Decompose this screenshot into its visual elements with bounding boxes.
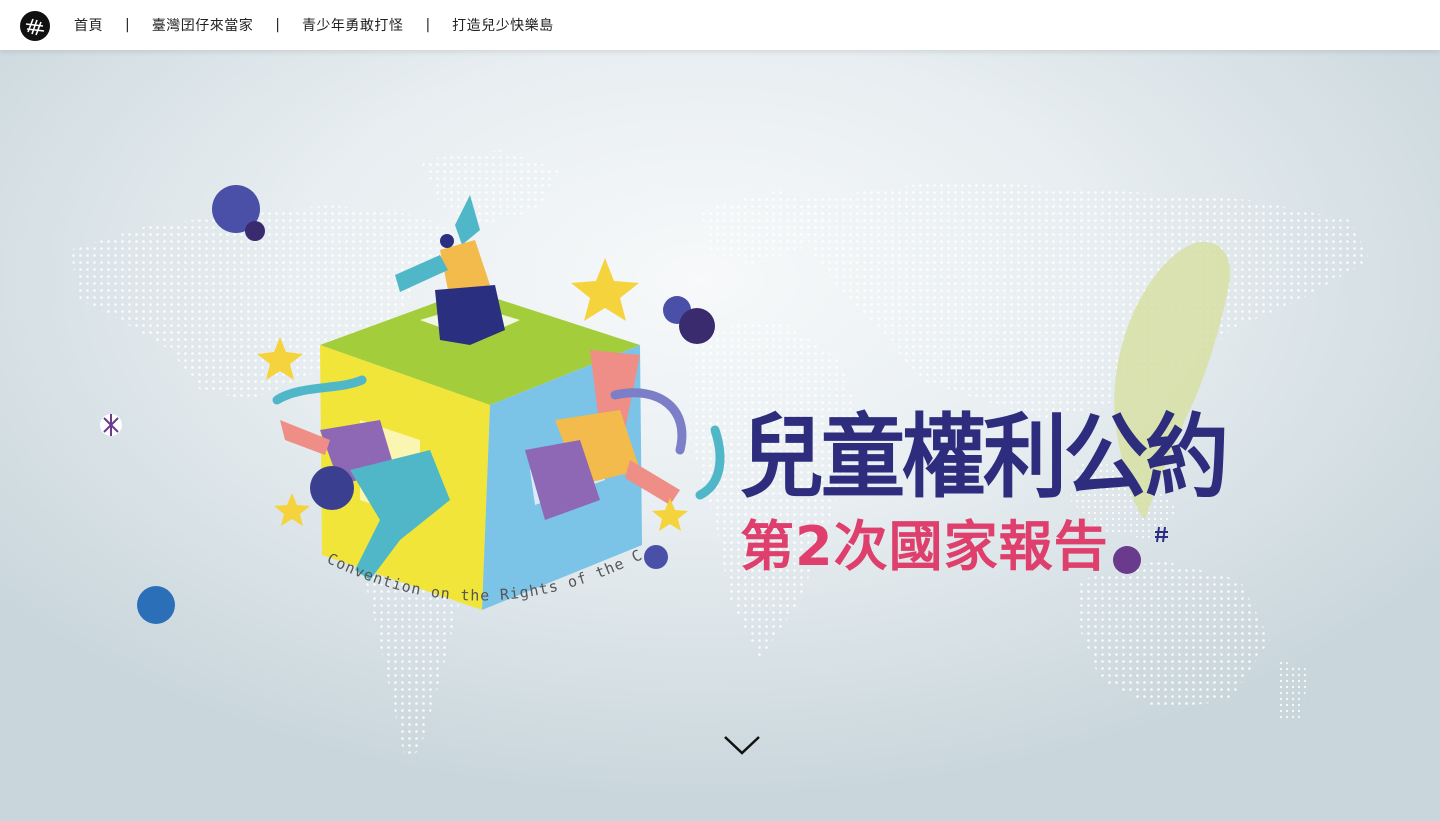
- nav-separator: |: [425, 17, 431, 33]
- nav-separator: |: [275, 17, 280, 33]
- hero-subtitle: 第2次國家報告: [740, 515, 1109, 578]
- nav-item-youth-brave[interactable]: 青少年勇敢打怪: [302, 15, 404, 35]
- nav-item-taiwan-kids[interactable]: 臺灣囝仔來當家: [152, 15, 254, 35]
- hero-title: 兒童權利公約: [740, 404, 1229, 511]
- main-nav: 首頁 | 臺灣囝仔來當家 | 青少年勇敢打怪 | 打造兒少快樂島: [74, 0, 554, 50]
- logo-icon[interactable]: [19, 10, 51, 42]
- top-nav-bar: 首頁 | 臺灣囝仔來當家 | 青少年勇敢打怪 | 打造兒少快樂島: [0, 0, 1440, 50]
- hero-banner: Convention on the Rights of the Child 兒童…: [0, 50, 1440, 821]
- nav-separator: |: [125, 17, 130, 33]
- chevron-down-icon[interactable]: [722, 733, 762, 757]
- nav-item-happy-island[interactable]: 打造兒少快樂島: [452, 15, 554, 35]
- nav-item-home[interactable]: 首頁: [74, 15, 103, 35]
